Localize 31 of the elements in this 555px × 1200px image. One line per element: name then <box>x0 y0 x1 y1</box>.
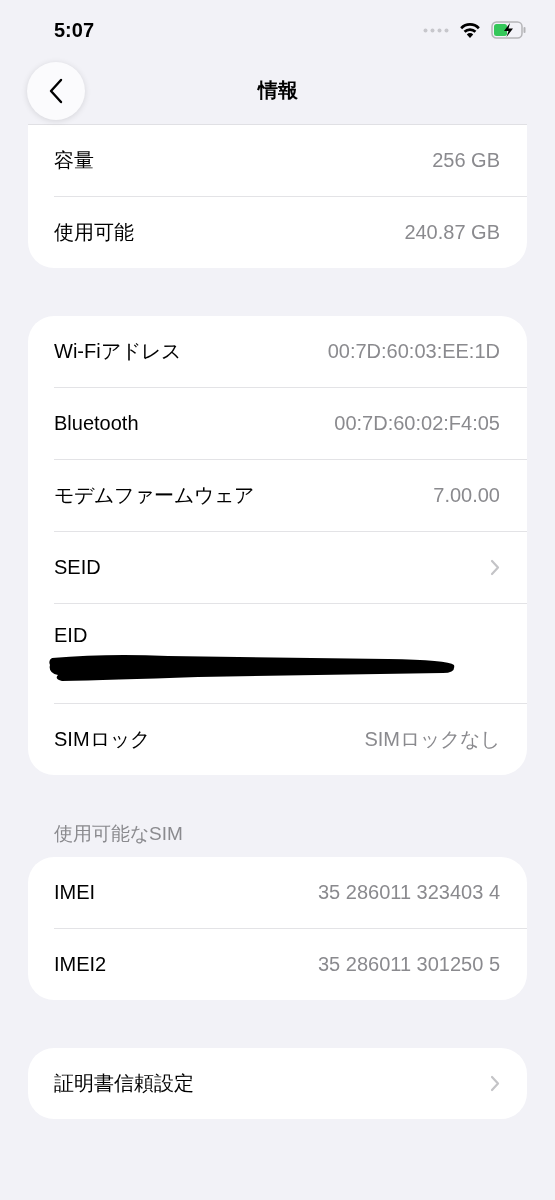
section-header: 使用可能なSIM <box>53 822 184 846</box>
row-label: Wi-Fiアドレス <box>54 339 181 364</box>
signal-icon <box>423 27 449 33</box>
back-button[interactable] <box>27 62 85 120</box>
row-value: 240.87 GB <box>404 221 500 244</box>
row-label: 使用可能 <box>54 220 134 245</box>
status-time: 5:07 <box>54 18 95 42</box>
row-value: 35 286011 323403 4 <box>317 881 500 904</box>
wifi-icon <box>459 22 481 38</box>
nav-title: 情報 <box>257 77 298 103</box>
chevron-left-icon <box>49 78 63 104</box>
row-label: 容量 <box>54 148 94 173</box>
row-label: IMEI2 <box>54 953 107 976</box>
row-value: 00:7D:60:02:F4:05 <box>334 412 500 435</box>
row-value: 00:7D:60:03:EE:1D <box>327 340 500 363</box>
row-label: Bluetooth <box>54 412 139 435</box>
battery-charging-icon <box>491 21 527 39</box>
row-value: 7.00.00 <box>433 484 500 507</box>
row-label: モデムファームウェア <box>54 483 254 508</box>
row-value: SIMロックなし <box>364 727 500 752</box>
row-label: SEID <box>54 556 101 579</box>
settings-row[interactable]: 証明書信頼設定 <box>54 1048 527 1119</box>
row-label: 証明書信頼設定 <box>54 1071 194 1096</box>
row-label: EID <box>54 624 88 647</box>
row-label: IMEI <box>54 881 96 904</box>
settings-row[interactable]: SEID <box>54 532 527 604</box>
chevron-right-icon <box>490 559 500 576</box>
chevron-right-icon <box>490 1075 500 1092</box>
row-value: 35 286011 301250 5 <box>317 953 500 976</box>
row-label: SIMロック <box>54 727 150 752</box>
row-value: 256 GB <box>432 149 500 172</box>
